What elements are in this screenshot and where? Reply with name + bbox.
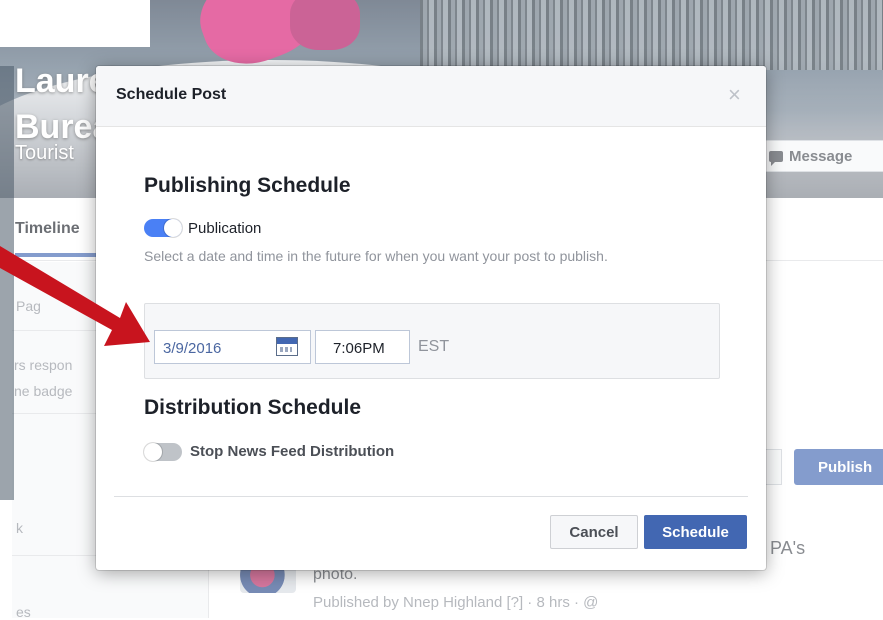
annotation-arrow-shape xyxy=(0,246,150,346)
calendar-icon[interactable] xyxy=(276,337,298,356)
distribution-schedule-heading: Distribution Schedule xyxy=(144,396,362,419)
dialog-footer-divider xyxy=(114,496,748,497)
publishing-help-text: Select a date and time in the future for… xyxy=(144,248,608,264)
annotation-arrow xyxy=(0,246,150,346)
stop-distribution-label: Stop News Feed Distribution xyxy=(190,443,395,460)
toggle-knob xyxy=(144,443,162,461)
cancel-button[interactable]: Cancel xyxy=(550,515,638,549)
schedule-button[interactable]: Schedule xyxy=(644,515,747,549)
timezone-label: EST xyxy=(418,338,450,355)
close-icon[interactable]: × xyxy=(728,82,741,108)
time-input[interactable]: 7:06PM xyxy=(315,330,410,364)
stop-distribution-toggle[interactable] xyxy=(144,443,182,461)
